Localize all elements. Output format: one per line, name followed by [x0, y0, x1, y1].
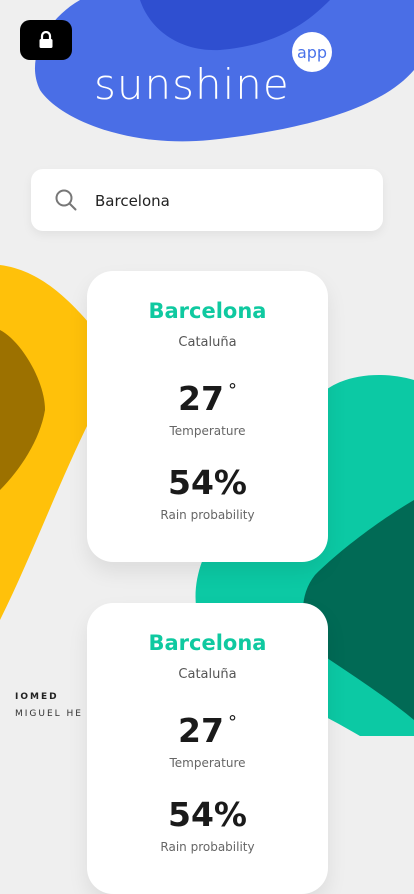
temperature-label: Temperature	[169, 756, 246, 770]
card-region: Cataluña	[178, 667, 237, 682]
search-icon[interactable]	[55, 189, 77, 211]
card-temperature: 27 °	[87, 711, 328, 750]
app-badge: app	[292, 32, 332, 72]
card-rain-probability: 54%	[168, 795, 247, 834]
credit-company: IOMED	[15, 692, 59, 702]
temperature-label: Temperature	[169, 424, 246, 438]
card-city: Barcelona	[148, 631, 267, 655]
temperature-value: 27	[178, 711, 224, 750]
lock-icon	[39, 31, 53, 48]
credit-author: MIGUEL HE	[15, 709, 83, 719]
weather-card[interactable]: Barcelona Cataluña 27 ° Temperature 54% R…	[87, 603, 328, 894]
card-region: Cataluña	[178, 335, 237, 350]
app-title: sunshine	[94, 60, 290, 109]
search-bar[interactable]	[31, 169, 383, 233]
temperature-value: 27	[178, 379, 224, 418]
rain-probability-label: Rain probability	[160, 840, 255, 854]
card-rain-probability: 54%	[168, 463, 247, 502]
degree-symbol: °	[227, 712, 237, 733]
weather-card[interactable]: Barcelona Cataluña 27 ° Temperature 54% R…	[87, 271, 328, 562]
degree-symbol: °	[227, 380, 237, 401]
search-input[interactable]	[93, 169, 367, 233]
card-temperature: 27 °	[87, 379, 328, 418]
rain-probability-label: Rain probability	[160, 508, 255, 522]
card-city: Barcelona	[148, 299, 267, 323]
lock-button[interactable]	[20, 20, 72, 60]
